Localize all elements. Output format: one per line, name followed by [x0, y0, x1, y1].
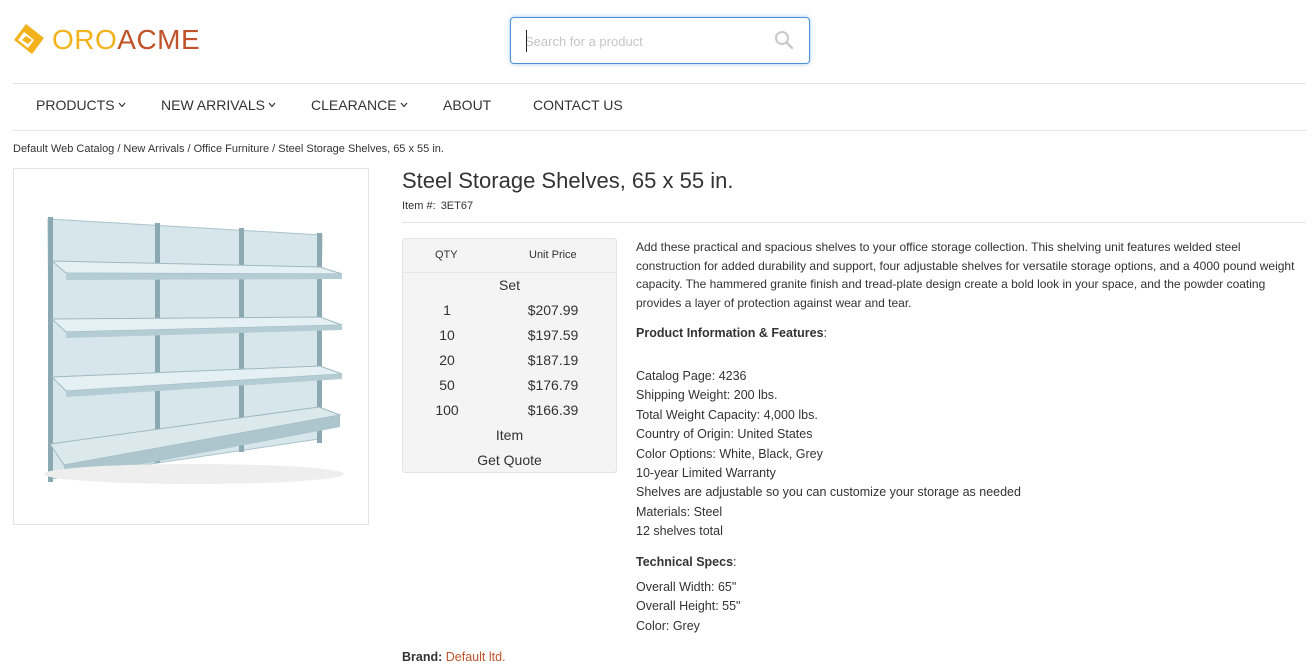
price-cell: $166.39: [527, 402, 579, 418]
site-logo[interactable]: OROACME: [12, 22, 200, 58]
chevron-down-icon: [118, 102, 126, 108]
price-cell: $197.59: [527, 327, 579, 343]
chevron-down-icon: [268, 102, 276, 108]
price-cell: $187.19: [527, 352, 579, 368]
nav-divider: [13, 130, 1306, 131]
search-icon[interactable]: [774, 30, 794, 50]
qty-cell: 20: [439, 352, 455, 368]
features-heading: Product Information & Features:: [636, 326, 828, 340]
brand-info: Brand: Default ltd.: [402, 650, 506, 664]
price-cell: $176.79: [527, 377, 579, 393]
specs-heading: Technical Specs:: [636, 555, 737, 569]
qty-cell: 100: [435, 402, 459, 418]
breadcrumb-link-new-arrivals[interactable]: New Arrivals: [123, 143, 184, 155]
feature-item: Country of Origin: United States: [636, 427, 813, 442]
spec-item: Overall Height: 55": [636, 599, 741, 614]
nav-products[interactable]: PRODUCTS: [36, 97, 126, 113]
specs-list: Overall Width: 65" Overall Height: 55" C…: [636, 578, 741, 636]
spec-item: Color: Grey: [636, 618, 700, 633]
price-cell: $207.99: [527, 302, 579, 318]
logo-icon: [14, 24, 44, 54]
item-number: Item #: 3ET67: [402, 200, 474, 212]
logo-text: OROACME: [52, 24, 201, 55]
brand-link[interactable]: Default ltd.: [446, 650, 506, 664]
steel-shelves-image: [44, 217, 344, 484]
breadcrumb-link-catalog[interactable]: Default Web Catalog: [13, 143, 114, 155]
title-divider: [402, 222, 1306, 223]
unit-set-label: Set: [498, 277, 520, 293]
pricing-table: QTY Unit Price Set 1 $207.99 10 $197.59 …: [402, 238, 617, 473]
features-list: Catalog Page: 4236 Shipping Weight: 200 …: [636, 367, 1021, 542]
pricing-header-divider: [403, 272, 616, 273]
feature-item: 12 shelves total: [636, 524, 723, 539]
breadcrumb-link-office-furniture[interactable]: Office Furniture: [194, 143, 270, 155]
nav-clearance[interactable]: CLEARANCE: [311, 97, 408, 113]
feature-item: Materials: Steel: [636, 504, 723, 519]
text-cursor: [526, 30, 527, 52]
brand-label: Brand:: [402, 650, 443, 664]
feature-item: Shelves are adjustable so you can custom…: [636, 485, 1021, 500]
spec-item: Overall Width: 65": [636, 580, 737, 594]
qty-header: QTY: [435, 249, 458, 261]
breadcrumb-current: Steel Storage Shelves, 65 x 55 in.: [278, 143, 444, 155]
product-description: Add these practical and spacious shelves…: [636, 240, 1295, 310]
unit-item-label: Item: [495, 427, 524, 443]
nav-new-arrivals[interactable]: NEW ARRIVALS: [161, 97, 276, 113]
product-image[interactable]: [13, 168, 369, 525]
chevron-down-icon: [400, 102, 408, 108]
feature-item: 10-year Limited Warranty: [636, 465, 776, 480]
breadcrumb: Default Web Catalog / New Arrivals / Office …: [13, 143, 444, 155]
qty-cell: 50: [439, 377, 455, 393]
feature-item: Total Weight Capacity: 4,000 lbs.: [636, 407, 818, 422]
feature-item: Catalog Page: 4236: [636, 369, 747, 383]
get-quote-link[interactable]: Get Quote: [403, 452, 616, 468]
search-box[interactable]: [510, 17, 810, 64]
feature-item: Color Options: White, Black, Grey: [636, 446, 823, 461]
qty-cell: 10: [439, 327, 455, 343]
qty-cell: 1: [443, 302, 451, 318]
unit-price-header: Unit Price: [529, 249, 577, 261]
search-input[interactable]: [525, 30, 765, 52]
product-title: Steel Storage Shelves, 65 x 55 in.: [402, 168, 734, 193]
nav-about[interactable]: ABOUT: [443, 97, 491, 113]
feature-item: Shipping Weight: 200 lbs.: [636, 388, 778, 403]
header-divider: [13, 83, 1306, 84]
nav-contact-us[interactable]: CONTACT US: [533, 97, 623, 113]
